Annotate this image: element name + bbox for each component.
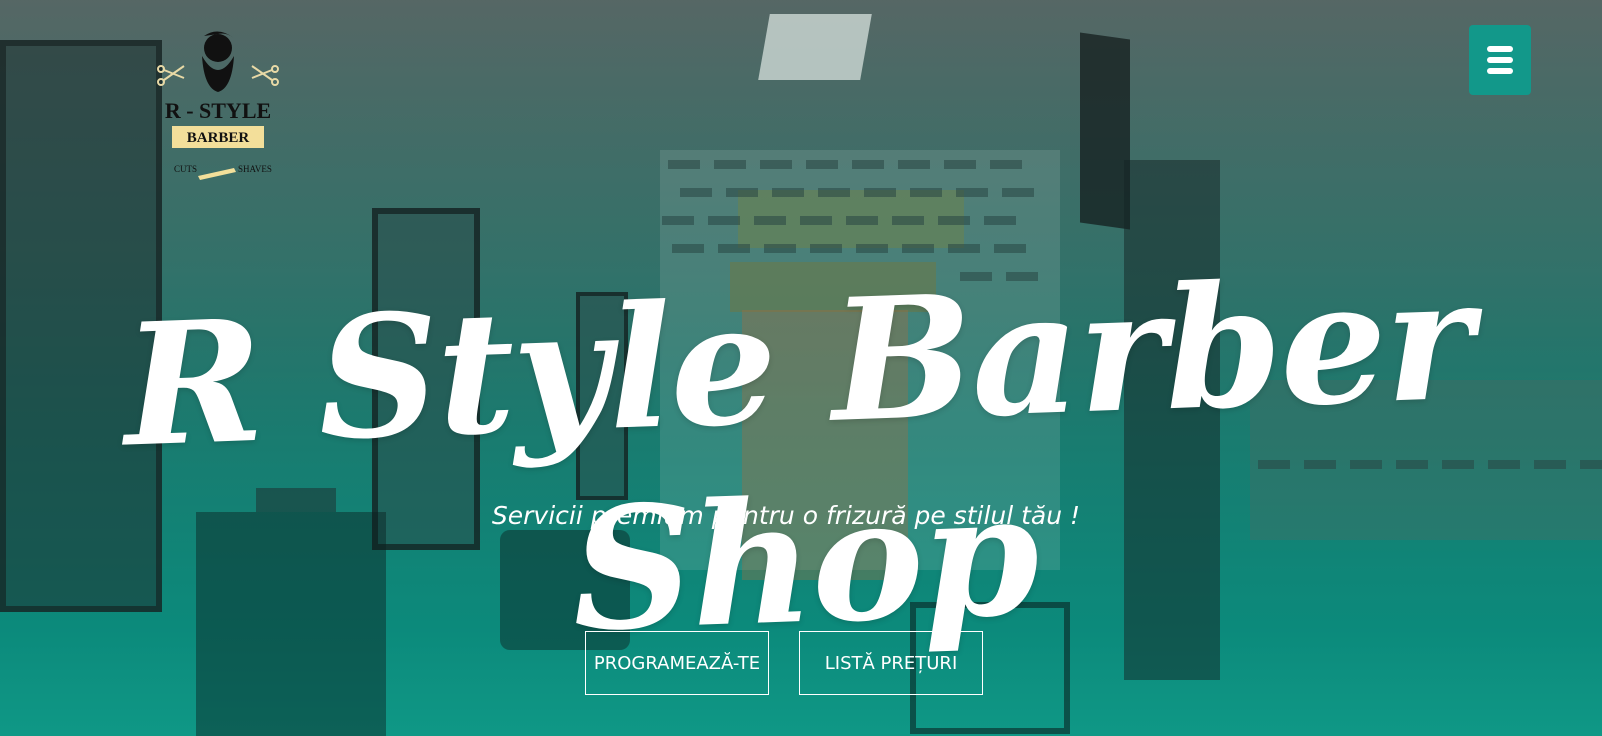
beard-man-icon (202, 31, 234, 92)
hero-title: R Style Barber Shop (120, 239, 1475, 669)
background-ceiling-lamp (758, 14, 872, 80)
logo-right-tag: SHAVES (238, 164, 272, 174)
logo-title-text: R - STYLE (165, 98, 271, 123)
background-bricks (662, 216, 1016, 225)
brand-logo[interactable]: R - STYLE BARBER CUTS SHAVES (150, 26, 286, 186)
logo-ribbon-text: BARBER (187, 130, 250, 146)
background-bricks (668, 160, 1022, 169)
background-tv (1080, 32, 1130, 230)
background-bricks (680, 188, 1034, 197)
hamburger-icon (1487, 46, 1513, 74)
background-bricks (672, 244, 1026, 253)
menu-button[interactable] (1469, 25, 1531, 95)
book-appointment-button[interactable]: PROGRAMEAZĂ-TE (585, 631, 769, 695)
razor-icon (198, 168, 236, 180)
hero-subtitle: Servicii premium pentru o frizură pe sti… (491, 501, 1081, 530)
price-list-button[interactable]: LISTĂ PREȚURI (799, 631, 983, 695)
logo-left-tag: CUTS (174, 164, 197, 174)
